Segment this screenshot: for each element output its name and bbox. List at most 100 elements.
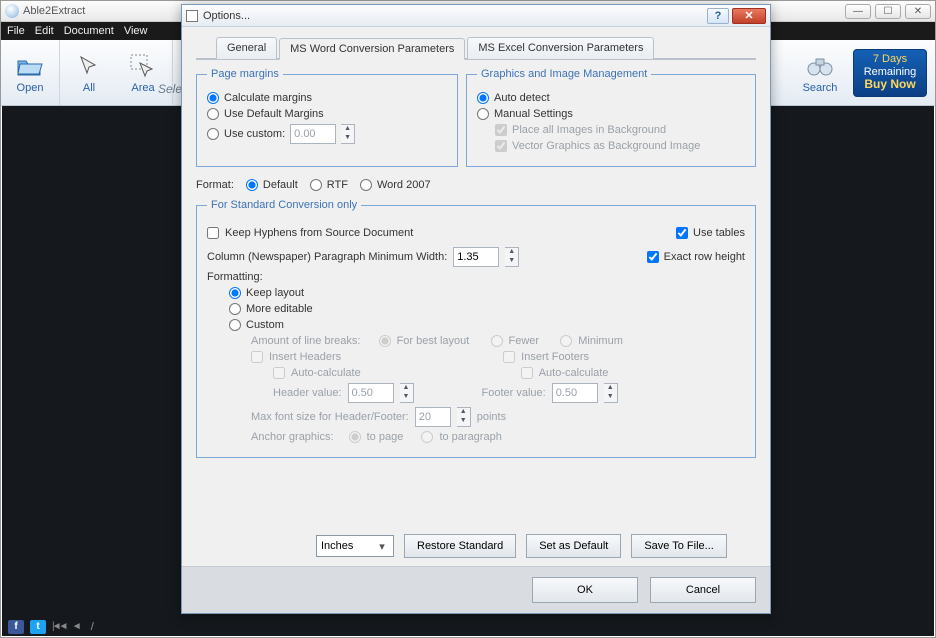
format-word2007-radio[interactable] xyxy=(360,179,372,191)
menu-file[interactable]: File xyxy=(7,25,25,37)
col-min-width-input[interactable] xyxy=(453,247,499,267)
tab-word[interactable]: MS Word Conversion Parameters xyxy=(279,38,465,60)
format-default-radio[interactable] xyxy=(246,179,258,191)
buynow-line3: Buy Now xyxy=(864,78,915,92)
col-min-width-spinner[interactable]: ▲▼ xyxy=(505,247,519,267)
chevron-down-icon: ▾ xyxy=(375,540,389,553)
dialog-close-button[interactable]: ✕ xyxy=(732,8,766,24)
footer-value-label: Footer value: xyxy=(482,387,546,399)
insert-headers-label: Insert Headers xyxy=(269,351,341,363)
keep-hyphens-checkbox[interactable] xyxy=(207,227,219,239)
all-label: All xyxy=(83,82,95,94)
calculate-margins-label: Calculate margins xyxy=(224,92,312,104)
auto-calc-header-checkbox[interactable] xyxy=(273,367,285,379)
manual-settings-label: Manual Settings xyxy=(494,108,573,120)
insert-footers-checkbox[interactable] xyxy=(503,351,515,363)
dialog-help-button[interactable]: ? xyxy=(707,8,729,24)
ok-button[interactable]: OK xyxy=(532,577,638,603)
custom-margin-spinner[interactable]: ▲▼ xyxy=(341,124,355,144)
gim-legend: Graphics and Image Management xyxy=(477,68,651,80)
set-default-button[interactable]: Set as Default xyxy=(526,534,621,558)
facebook-icon[interactable]: f xyxy=(8,620,24,634)
menu-view[interactable]: View xyxy=(124,25,148,37)
graphics-image-group: Graphics and Image Management Auto detec… xyxy=(466,68,756,167)
footer-value-spinner[interactable]: ▲▼ xyxy=(604,383,618,403)
anchor-page-radio[interactable] xyxy=(349,431,361,443)
restore-standard-button[interactable]: Restore Standard xyxy=(404,534,516,558)
prev-page-button[interactable]: ◄ xyxy=(72,621,79,632)
format-rtf-radio[interactable] xyxy=(310,179,322,191)
first-page-button[interactable]: |◄◄ xyxy=(52,621,66,632)
lb-min-label: Minimum xyxy=(578,335,623,347)
dialog-titlebar[interactable]: Options... ? ✕ xyxy=(182,5,770,27)
format-word2007-label: Word 2007 xyxy=(377,179,431,191)
custom-margin-input[interactable] xyxy=(290,124,336,144)
minimize-button[interactable]: — xyxy=(845,4,871,19)
buy-now-button[interactable]: 7 Days Remaining Buy Now xyxy=(853,49,927,97)
max-font-spinner[interactable]: ▲▼ xyxy=(457,407,471,427)
folder-open-icon xyxy=(15,52,45,80)
header-value-input[interactable] xyxy=(348,383,394,403)
lb-best-label: For best layout xyxy=(397,335,470,347)
insert-footers-label: Insert Footers xyxy=(521,351,589,363)
insert-headers-checkbox[interactable] xyxy=(251,351,263,363)
lb-fewer-radio[interactable] xyxy=(491,335,503,347)
area-label: Area xyxy=(131,82,154,94)
dialog-title: Options... xyxy=(203,10,250,22)
lb-best-radio[interactable] xyxy=(379,335,391,347)
page-margins-group: Page margins Calculate margins Use Defau… xyxy=(196,68,458,167)
use-tables-checkbox[interactable] xyxy=(676,227,688,239)
search-button[interactable]: Search xyxy=(797,52,843,94)
more-editable-label: More editable xyxy=(246,303,313,315)
max-font-label: Max font size for Header/Footer: xyxy=(251,411,409,423)
manual-settings-radio[interactable] xyxy=(477,108,489,120)
menu-document[interactable]: Document xyxy=(64,25,114,37)
binoculars-icon xyxy=(805,52,835,80)
anchor-paragraph-label: to paragraph xyxy=(439,431,501,443)
tab-excel[interactable]: MS Excel Conversion Parameters xyxy=(467,37,654,59)
place-bg-label: Place all Images in Background xyxy=(512,124,666,136)
cursor-all-icon xyxy=(74,52,104,80)
default-margins-radio[interactable] xyxy=(207,108,219,120)
tabs: General MS Word Conversion Parameters MS… xyxy=(216,37,756,59)
twitter-icon[interactable]: t xyxy=(30,620,46,634)
header-value-spinner[interactable]: ▲▼ xyxy=(400,383,414,403)
more-editable-radio[interactable] xyxy=(229,303,241,315)
statusbar: f t |◄◄ ◄ / xyxy=(2,617,934,636)
maximize-button[interactable]: ☐ xyxy=(875,4,901,19)
close-button[interactable]: ✕ xyxy=(905,4,931,19)
select-all-button[interactable]: All xyxy=(66,52,112,94)
anchor-paragraph-radio[interactable] xyxy=(421,431,433,443)
vector-bg-label: Vector Graphics as Background Image xyxy=(512,140,700,152)
auto-calc-footer-checkbox[interactable] xyxy=(521,367,533,379)
units-select[interactable]: Inches ▾ xyxy=(316,535,394,557)
custom-formatting-radio[interactable] xyxy=(229,319,241,331)
tab-general[interactable]: General xyxy=(216,37,277,59)
open-button[interactable]: Open xyxy=(7,52,53,94)
exact-row-checkbox[interactable] xyxy=(647,251,659,263)
menu-edit[interactable]: Edit xyxy=(35,25,54,37)
lb-min-radio[interactable] xyxy=(560,335,572,347)
header-value-label: Header value: xyxy=(273,387,342,399)
cursor-area-icon xyxy=(128,52,158,80)
format-label: Format: xyxy=(196,179,234,191)
place-bg-checkbox[interactable] xyxy=(495,124,507,136)
calculate-margins-radio[interactable] xyxy=(207,92,219,104)
max-font-input[interactable] xyxy=(415,407,451,427)
keep-layout-radio[interactable] xyxy=(229,287,241,299)
keep-layout-label: Keep layout xyxy=(246,287,304,299)
col-min-width-label: Column (Newspaper) Paragraph Minimum Wid… xyxy=(207,251,447,263)
cancel-button[interactable]: Cancel xyxy=(650,577,756,603)
format-rtf-label: RTF xyxy=(327,179,348,191)
auto-calc-header-label: Auto-calculate xyxy=(291,367,361,379)
auto-detect-radio[interactable] xyxy=(477,92,489,104)
line-breaks-label: Amount of line breaks: xyxy=(251,335,360,347)
footer-value-input[interactable] xyxy=(552,383,598,403)
page-separator: / xyxy=(91,621,94,633)
custom-margins-radio[interactable] xyxy=(207,128,219,140)
units-value: Inches xyxy=(321,540,353,552)
search-label: Search xyxy=(803,82,838,94)
vector-bg-checkbox[interactable] xyxy=(495,140,507,152)
save-to-file-button[interactable]: Save To File... xyxy=(631,534,727,558)
formatting-label: Formatting: xyxy=(207,271,263,283)
